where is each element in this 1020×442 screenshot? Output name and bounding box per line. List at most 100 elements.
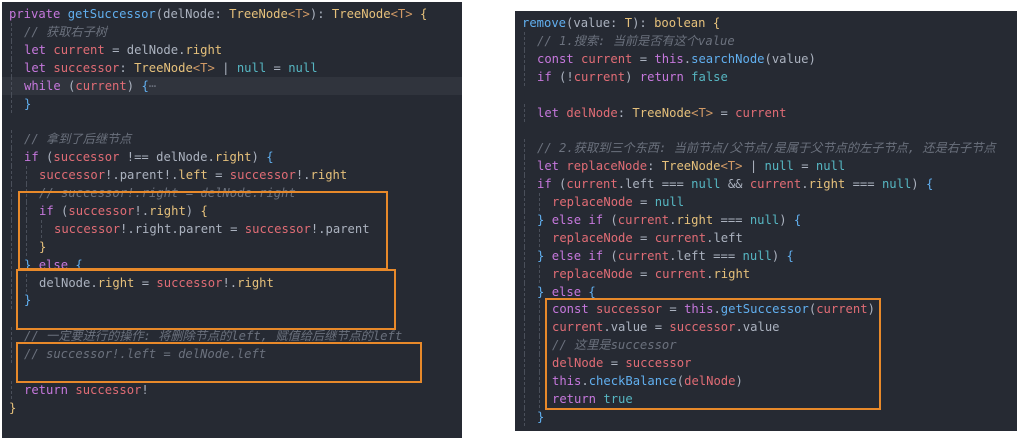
code-token: if [39, 203, 54, 218]
indent-guide [11, 40, 12, 59]
code-token: current [654, 266, 707, 281]
code-text: // 这里是successor [552, 336, 677, 354]
indent-guide [11, 201, 12, 220]
code-line[interactable]: // 1.搜索: 当前是否有这个value [515, 31, 1017, 50]
code-line[interactable]: this.checkBalance(delNode) [515, 372, 1017, 390]
code-token: } [24, 293, 32, 308]
code-text: } [9, 399, 16, 417]
code-line[interactable]: successor!.parent!.left = successor!.rig… [2, 166, 462, 185]
code-token: ( [676, 374, 685, 388]
code-token: ( [60, 78, 76, 93]
code-line[interactable]: while (current) {⋯ [2, 76, 462, 95]
code-token: = [632, 230, 655, 245]
indent-guide [539, 300, 540, 319]
code-token: { [588, 284, 596, 299]
code-token: === [713, 212, 750, 227]
indent-guide [26, 273, 27, 292]
code-token: .value = [603, 320, 670, 335]
code-text: } else if (current.left === null) { [537, 247, 794, 265]
indent-guide [539, 264, 540, 283]
code-token: . [801, 177, 809, 192]
code-line[interactable]: const current = this.searchNode(value) [515, 49, 1017, 68]
code-token: : [617, 105, 633, 120]
code-line[interactable]: if (successor!.right) { [2, 201, 462, 220]
indent-guide [524, 139, 525, 158]
code-line[interactable]: } else { [2, 255, 462, 274]
code-line[interactable]: private getSuccessor(delNode: TreeNode<T… [2, 5, 462, 23]
code-token: ) [251, 150, 267, 165]
code-line[interactable]: } [2, 94, 462, 113]
code-line[interactable]: replaceNode = null [515, 193, 1017, 211]
code-line[interactable]: return successor! [2, 380, 462, 399]
code-line[interactable]: // 一定要进行的操作: 将删除节点的left, 赋值给后继节点的left [2, 327, 462, 346]
code-token: : [647, 159, 662, 174]
code-line[interactable]: if (successor !== delNode.right) { [2, 148, 462, 167]
code-line[interactable] [515, 86, 1017, 104]
code-line[interactable]: delNode.right = successor!.right [2, 273, 462, 292]
code-token: delNode [552, 356, 604, 371]
code-token: delNode. [39, 275, 98, 290]
code-token: current [617, 248, 670, 263]
code-token: <T> [691, 105, 714, 120]
code-token: ! [141, 382, 149, 397]
code-line[interactable]: replaceNode = current.left [515, 228, 1017, 247]
code-line[interactable]: let current = delNode.right [2, 40, 462, 59]
code-line[interactable]: // 2.获取到三个东西: 当前节点/父节点/是属于父节点的左子节点, 还是右子… [515, 139, 1017, 158]
code-token: right [185, 42, 223, 57]
code-line[interactable]: // 获取右子树 [2, 22, 462, 41]
code-line[interactable]: } [2, 291, 462, 310]
code-line[interactable]: remove(value: T): boolean { [515, 14, 1017, 32]
code-line[interactable]: } else if (current.left === null) { [515, 246, 1017, 265]
indent-guide [524, 246, 525, 265]
indent-guide [524, 264, 525, 283]
code-token: !. [222, 275, 238, 290]
code-token: = [713, 105, 736, 120]
indent-guide [524, 354, 525, 373]
code-line[interactable] [515, 121, 1017, 139]
code-line[interactable]: // 这里是successor [515, 336, 1017, 355]
code-line[interactable]: delNode = successor [515, 354, 1017, 373]
code-line[interactable]: if (!current) return false [515, 67, 1017, 86]
code-line[interactable]: let delNode: TreeNode<T> = current [515, 103, 1017, 122]
code-line[interactable]: return true [515, 389, 1017, 408]
code-line[interactable]: successor!.right.parent = successor!.par… [2, 219, 462, 238]
indent-guide [524, 336, 525, 355]
code-token: let [24, 60, 47, 75]
code-token: right [808, 177, 846, 192]
code-token: // 1.搜索: 当前是否有这个value [537, 33, 735, 48]
code-token: && [720, 177, 750, 192]
code-line[interactable]: current.value = successor.value [515, 318, 1017, 337]
code-line[interactable]: } else { [515, 282, 1017, 301]
code-token: TreeNode [134, 60, 193, 75]
code-editor-left[interactable]: private getSuccessor(delNode: TreeNode<T… [2, 2, 462, 438]
code-line[interactable]: let successor: TreeNode<T> | null = null [2, 58, 462, 77]
code-line[interactable] [2, 112, 462, 130]
code-line[interactable]: let replaceNode: TreeNode<T> | null = nu… [515, 157, 1017, 176]
code-text: if (current.left === null && current.rig… [537, 175, 933, 193]
code-token: !. [295, 168, 311, 183]
code-line[interactable]: // successor!.left = delNode.left [2, 345, 462, 364]
code-line[interactable]: } [515, 407, 1017, 426]
code-line[interactable]: // 拿到了后继节点 [2, 130, 462, 149]
code-line[interactable]: } [2, 237, 462, 256]
code-line[interactable] [2, 363, 462, 381]
code-token: right [214, 150, 252, 165]
code-line[interactable]: // successor!.right = delNode.right [2, 184, 462, 202]
code-token: .left === [669, 248, 743, 263]
code-line[interactable]: if (current.left === null && current.rig… [515, 175, 1017, 194]
code-line[interactable]: const successor = this.getSuccessor(curr… [515, 300, 1017, 319]
code-editor-right[interactable]: remove(value: T): boolean {// 1.搜索: 当前是否… [515, 11, 1017, 431]
code-token: TreeNode [661, 159, 721, 174]
indent-guide [26, 219, 27, 238]
code-text: while (current) {⋯ [24, 77, 156, 95]
code-token: current [75, 78, 127, 93]
code-token: if [24, 150, 39, 165]
code-line[interactable]: } [2, 399, 462, 417]
code-line[interactable] [2, 309, 462, 327]
code-token: current [566, 177, 618, 192]
code-line[interactable]: } else if (current.right === null) { [515, 210, 1017, 229]
code-text: return successor! [24, 381, 149, 399]
code-line[interactable]: replaceNode = current.right [515, 264, 1017, 283]
code-token: = [632, 266, 655, 281]
